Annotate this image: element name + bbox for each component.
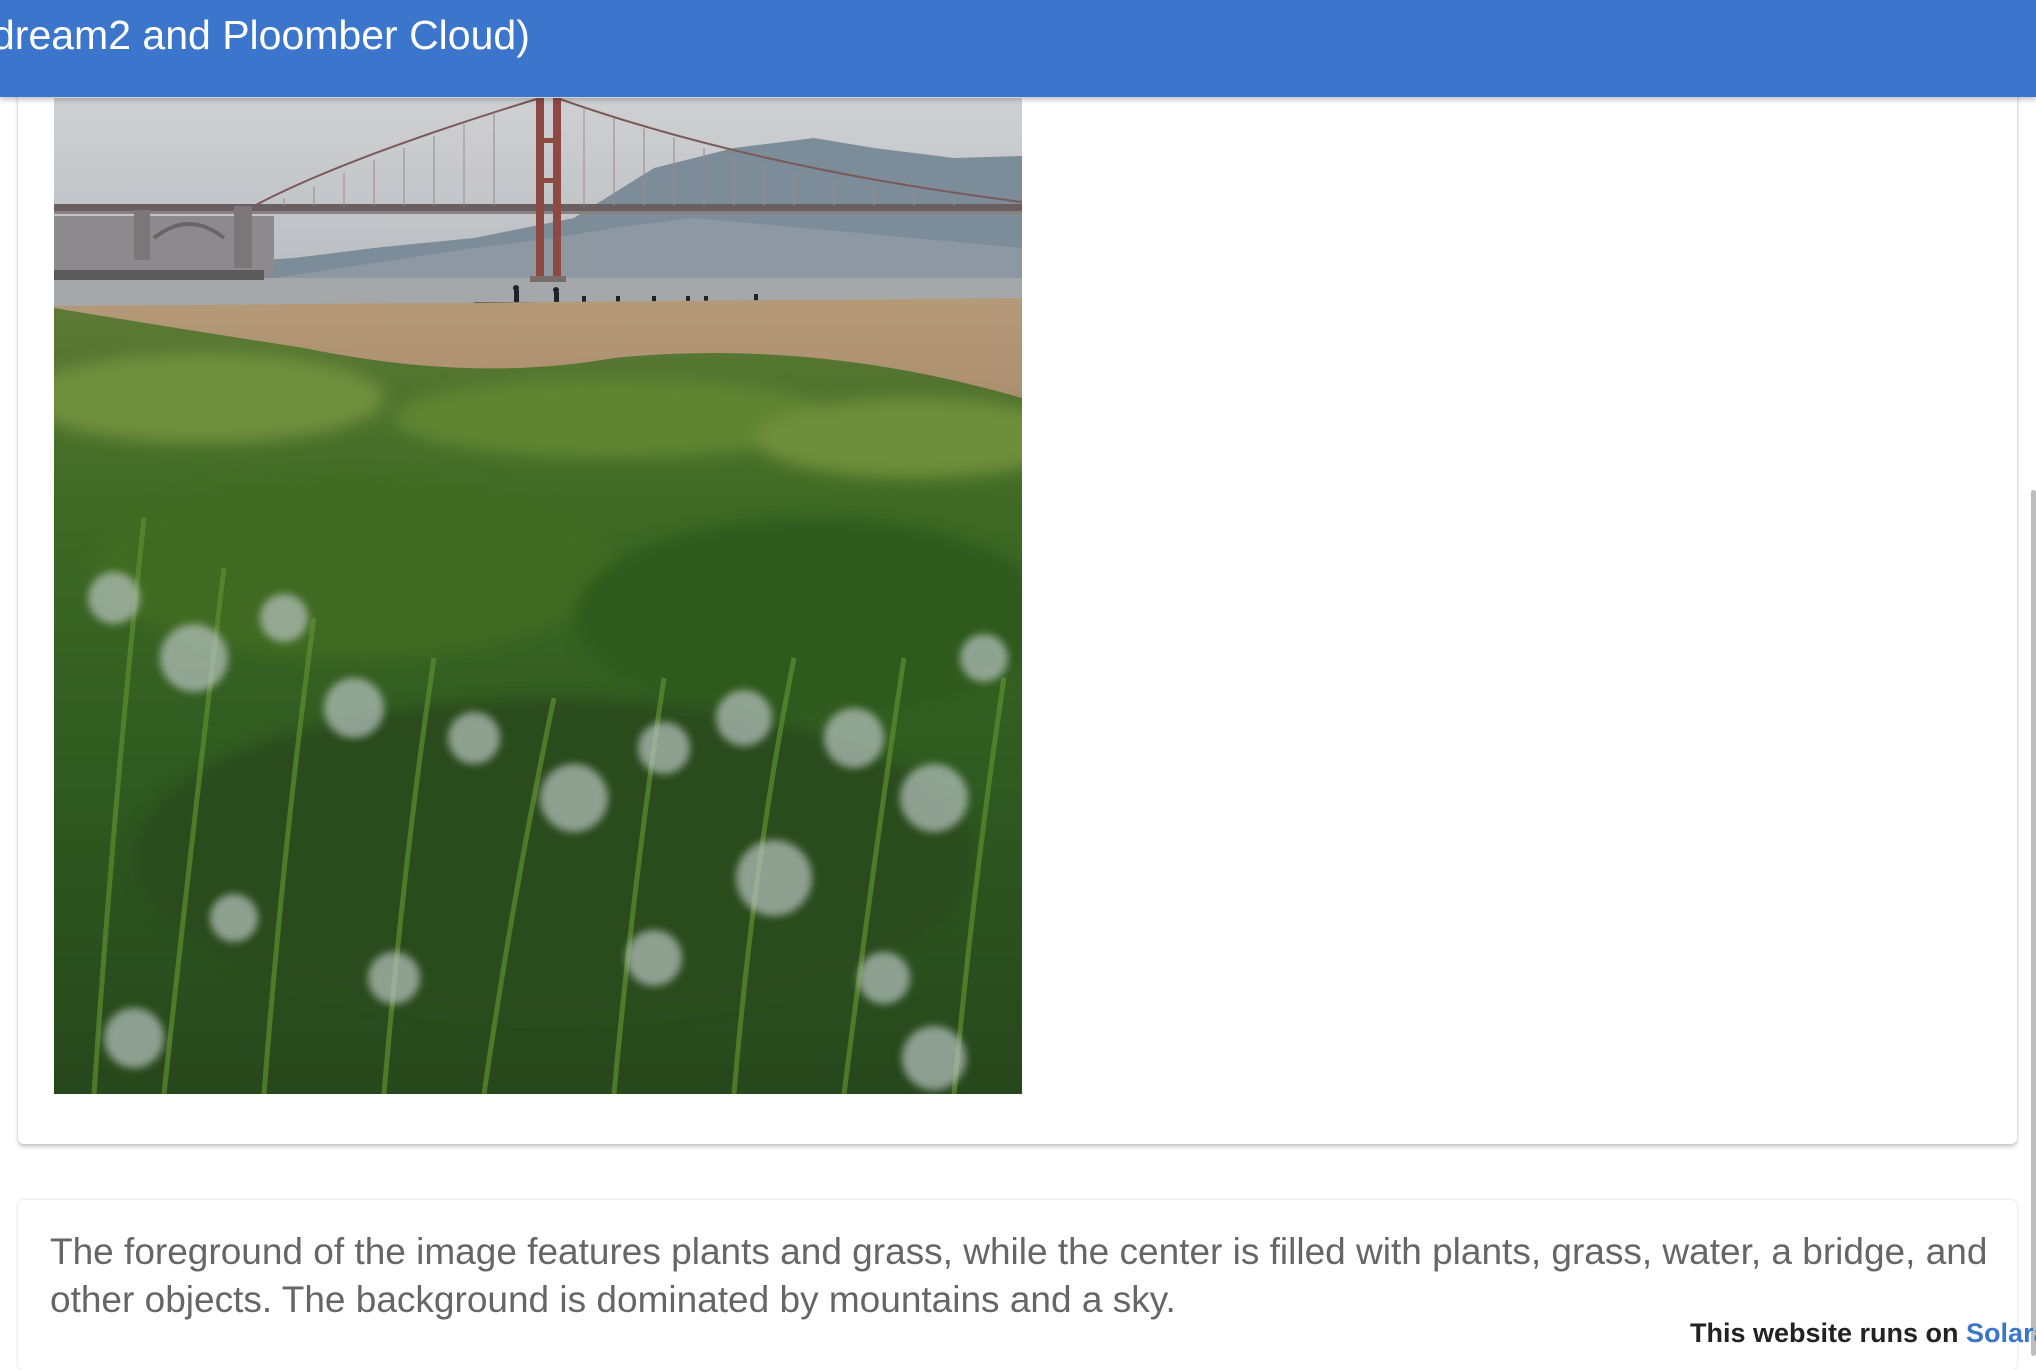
powered-by-credit: This website runs on Solara — [1690, 1316, 2036, 1350]
generated-photo — [54, 98, 1022, 1094]
app-bar: dream2 and Ploomber Cloud) — [0, 0, 2036, 97]
app-title: dream2 and Ploomber Cloud) — [0, 12, 530, 58]
powered-by-text: This website runs on — [1690, 1318, 1967, 1348]
solara-link[interactable]: Solara — [1966, 1318, 2036, 1348]
image-card — [18, 60, 2017, 1144]
page-scrollbar[interactable] — [2031, 490, 2036, 1356]
image-description: The foreground of the image features pla… — [50, 1231, 1988, 1320]
